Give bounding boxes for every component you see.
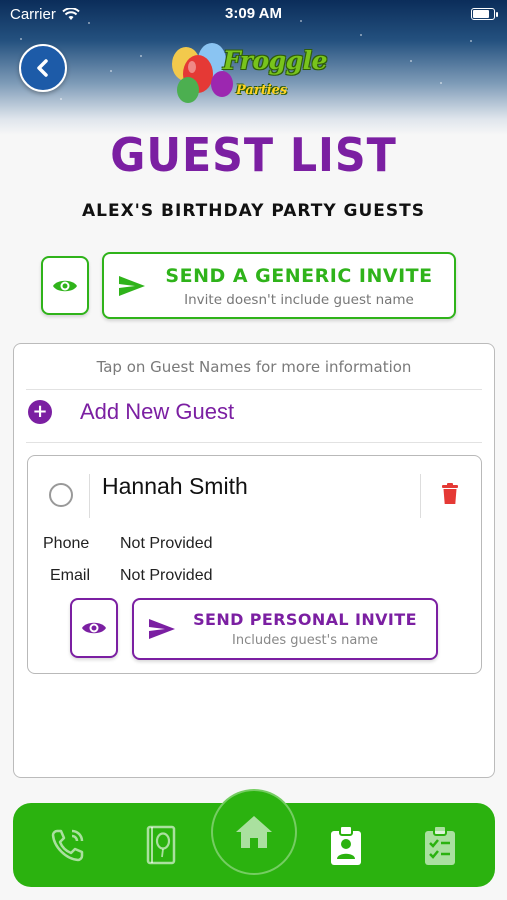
plus-icon: +	[28, 400, 52, 424]
phone-icon	[51, 829, 84, 862]
email-label: Email	[50, 567, 91, 584]
eye-icon	[53, 280, 77, 291]
add-new-guest-button[interactable]: + Add New Guest	[28, 399, 234, 425]
guest-badge-icon	[331, 825, 361, 865]
nav-invitations[interactable]	[137, 821, 185, 869]
froggle-logo: Froggle Parties	[168, 40, 338, 110]
divider	[26, 442, 482, 443]
divider	[420, 474, 421, 518]
nav-guest-list[interactable]	[322, 821, 370, 869]
guest-select-radio[interactable]	[49, 483, 73, 507]
generic-invite-label: SEND A GENERIC INVITE	[165, 265, 433, 287]
nav-phone[interactable]	[44, 821, 92, 869]
trash-icon	[442, 483, 458, 504]
guest-card: Hannah Smith Phone Not Provided Email No…	[27, 455, 482, 674]
preview-generic-invite-button[interactable]	[41, 256, 89, 315]
phone-label: Phone	[43, 535, 90, 552]
send-personal-invite-button[interactable]: SEND PERSONAL INVITE Includes guest's na…	[132, 598, 438, 660]
checklist-icon	[425, 825, 455, 865]
personal-invite-sublabel: Includes guest's name	[232, 633, 378, 648]
generic-invite-sublabel: Invite doesn't include guest name	[184, 292, 414, 308]
divider	[89, 474, 90, 518]
page-title: GUEST LIST	[110, 128, 397, 182]
battery-fill	[473, 10, 490, 18]
status-bar: Carrier 3:09 AM	[0, 0, 507, 28]
chevron-left-icon	[37, 59, 48, 77]
back-button[interactable]	[19, 44, 67, 92]
divider	[26, 389, 482, 390]
status-time: 3:09 AM	[225, 5, 282, 22]
guest-list-panel: Tap on Guest Names for more information …	[13, 343, 495, 778]
guest-hint: Tap on Guest Names for more information	[96, 358, 412, 376]
home-icon	[236, 816, 272, 848]
phone-value: Not Provided	[120, 535, 213, 552]
balloon-card-icon	[146, 825, 176, 865]
personal-invite-label: SEND PERSONAL INVITE	[193, 610, 417, 629]
nav-home[interactable]	[211, 789, 297, 875]
delete-guest-button[interactable]	[441, 483, 459, 509]
guest-name[interactable]: Hannah Smith	[102, 473, 248, 500]
bottom-nav	[13, 789, 495, 887]
logo-title: Froggle	[223, 46, 328, 75]
eye-icon	[82, 622, 106, 634]
battery-icon	[471, 8, 498, 20]
preview-personal-invite-button[interactable]	[70, 598, 118, 658]
add-new-guest-label: Add New Guest	[80, 399, 235, 424]
logo-subtitle: Parties	[236, 83, 288, 98]
page-subtitle: ALEX'S BIRTHDAY PARTY GUESTS	[81, 201, 426, 221]
send-icon	[119, 276, 145, 296]
email-value: Not Provided	[120, 567, 213, 584]
send-generic-invite-button[interactable]: SEND A GENERIC INVITE Invite doesn't inc…	[102, 252, 456, 319]
send-icon	[149, 619, 175, 639]
nav-checklist[interactable]	[416, 821, 464, 869]
